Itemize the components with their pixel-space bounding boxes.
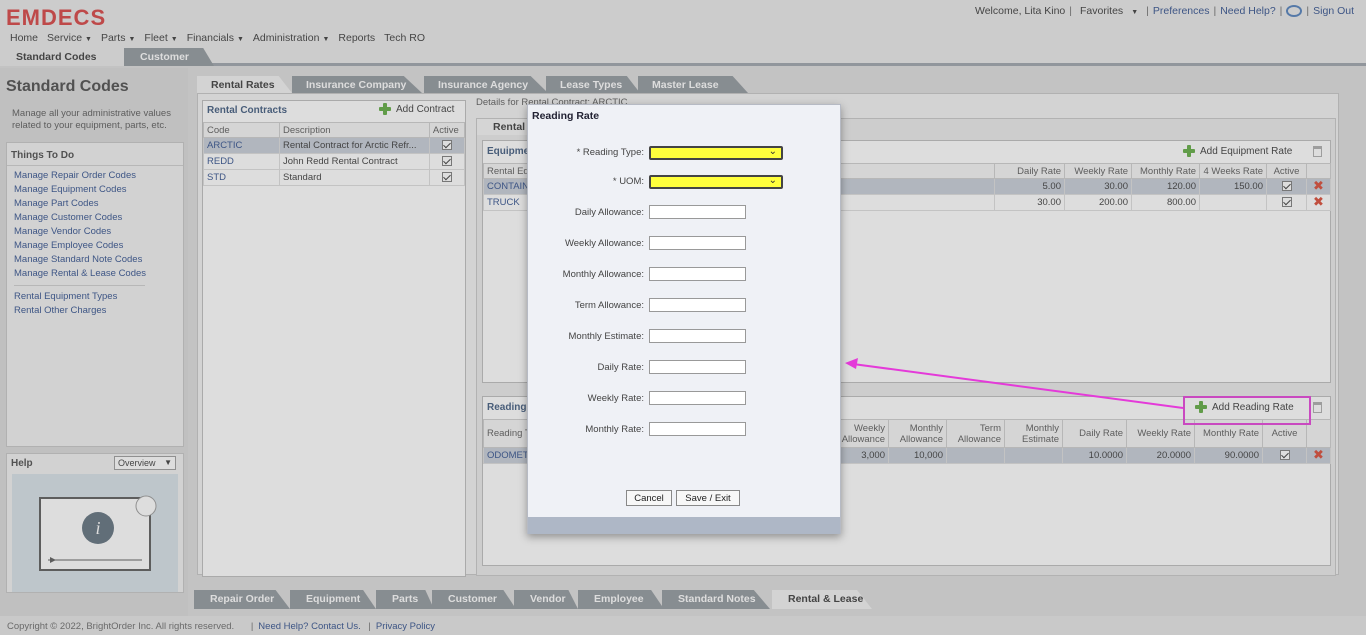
field-label-monthly-rate: Monthly Rate: <box>585 424 644 435</box>
field-label-monthly-estimate: Monthly Estimate: <box>568 331 645 342</box>
field-label-weekly-rate: Weekly Rate: <box>587 393 644 404</box>
dialog-footer <box>528 517 840 534</box>
field-label-daily-allowance: Daily Allowance: <box>574 207 644 218</box>
save-exit-button[interactable]: Save / Exit <box>676 490 740 506</box>
field-monthly-allowance-input[interactable] <box>649 267 746 281</box>
field-reading-type-select[interactable]: ⌄ <box>649 146 783 160</box>
field-label-reading-type: * Reading Type: <box>576 147 644 158</box>
field-daily-allowance-input[interactable] <box>649 205 746 219</box>
reading-rate-dialog: Reading Rate * Reading Type: ⌄ * UOM: ⌄ Dail… <box>527 104 841 534</box>
field-label-uom: * UOM: <box>612 176 644 187</box>
chevron-down-icon: ⌄ <box>768 175 777 186</box>
dialog-title: Reading Rate <box>532 110 600 122</box>
cancel-button[interactable]: Cancel <box>626 490 672 506</box>
field-weekly-allowance-input[interactable] <box>649 236 746 250</box>
field-term-allowance-input[interactable] <box>649 298 746 312</box>
field-daily-rate-input[interactable] <box>649 360 746 374</box>
field-uom-select[interactable]: ⌄ <box>649 175 783 189</box>
field-monthly-rate-input[interactable] <box>649 422 746 436</box>
field-label-weekly-allowance: Weekly Allowance: <box>564 238 644 249</box>
chevron-down-icon: ⌄ <box>768 146 777 157</box>
field-label-daily-rate: Daily Rate: <box>597 362 644 373</box>
field-label-monthly-allowance: Monthly Allowance: <box>562 269 644 280</box>
field-monthly-estimate-input[interactable] <box>649 329 746 343</box>
field-weekly-rate-input[interactable] <box>649 391 746 405</box>
field-label-term-allowance: Term Allowance: <box>574 300 644 311</box>
